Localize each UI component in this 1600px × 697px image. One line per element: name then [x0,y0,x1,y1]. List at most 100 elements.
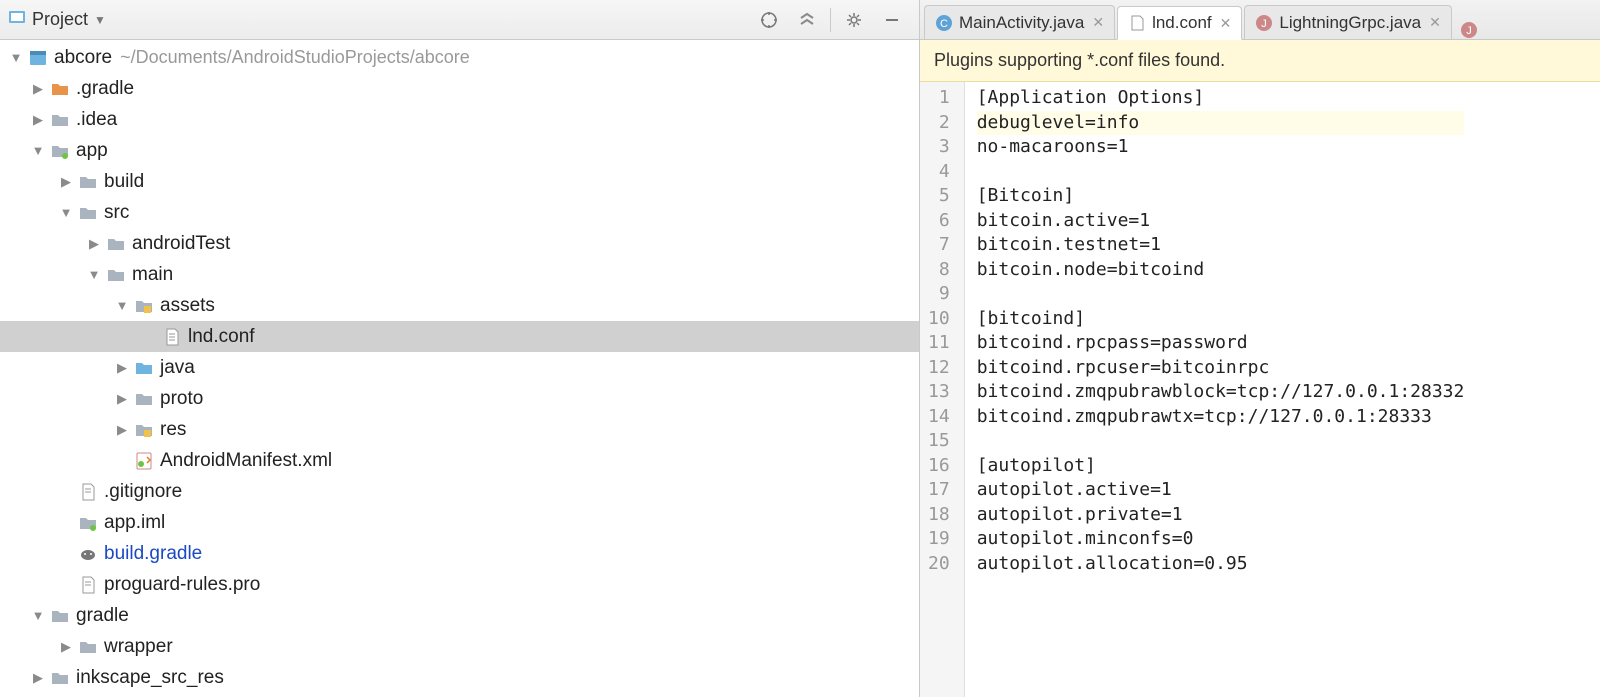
tree-item-gradle[interactable]: gradle [0,600,919,631]
tree-label: gradle [76,605,129,627]
line-number: 3 [928,135,950,160]
folder-icon [48,668,72,688]
expand-icon[interactable] [6,50,26,65]
code-line[interactable] [977,160,1465,185]
tree-item-manifest[interactable]: AndroidManifest.xml [0,445,919,476]
tree-item-idea[interactable]: .idea [0,104,919,135]
line-number: 18 [928,503,950,528]
hide-button[interactable] [877,5,907,35]
tree-label: .gitignore [104,481,182,503]
close-icon[interactable]: ✕ [1092,14,1104,31]
code-line[interactable]: autopilot.minconfs=0 [977,527,1465,552]
code-line[interactable]: [autopilot] [977,454,1465,479]
code-line[interactable]: bitcoin.testnet=1 [977,233,1465,258]
tab-label: LightningGrpc.java [1279,13,1421,33]
tree-item-app[interactable]: app [0,135,919,166]
line-number: 6 [928,209,950,234]
code-editor[interactable]: 1234567891011121314151617181920 [Applica… [920,82,1600,697]
expand-icon[interactable] [28,143,48,158]
tree-item-build-gradle[interactable]: build.gradle [0,538,919,569]
collapse-all-button[interactable] [792,5,822,35]
expand-icon[interactable] [84,236,104,252]
tree-label: proguard-rules.pro [104,574,260,596]
code-line[interactable]: no-macaroons=1 [977,135,1465,160]
line-number: 14 [928,405,950,430]
module-file-icon [76,513,100,533]
tree-item-main[interactable]: main [0,259,919,290]
tree-item-src[interactable]: src [0,197,919,228]
line-number: 5 [928,184,950,209]
tree-item-gitignore[interactable]: .gitignore [0,476,919,507]
tree-item-lnd-conf[interactable]: lnd.conf [0,321,919,352]
expand-icon[interactable] [56,174,76,190]
code-line[interactable]: bitcoin.active=1 [977,209,1465,234]
tree-item-proguard[interactable]: proguard-rules.pro [0,569,919,600]
expand-icon[interactable] [28,112,48,128]
expand-icon[interactable] [56,639,76,655]
tab-mainactivity[interactable]: C MainActivity.java ✕ [924,5,1115,39]
project-tool-window: Project ▼ abcore ~/Documents/AndroidStud… [0,0,920,697]
tree-label: src [104,202,129,224]
close-icon[interactable]: ✕ [1429,14,1441,31]
tree-item-wrapper[interactable]: wrapper [0,631,919,662]
code-line[interactable]: bitcoind.rpcuser=bitcoinrpc [977,356,1465,381]
tree-item-inkscape[interactable]: inkscape_src_res [0,662,919,693]
code-line[interactable]: bitcoind.zmqpubrawtx=tcp://127.0.0.1:283… [977,405,1465,430]
project-dropdown-icon[interactable]: ▼ [94,13,106,27]
tree-item-androidtest[interactable]: androidTest [0,228,919,259]
module-icon [26,48,50,68]
line-number: 19 [928,527,950,552]
settings-button[interactable] [839,5,869,35]
code-line[interactable]: bitcoind.rpcpass=password [977,331,1465,356]
expand-icon[interactable] [28,608,48,623]
tree-item-java[interactable]: java [0,352,919,383]
line-number: 1 [928,86,950,111]
code-line[interactable]: autopilot.active=1 [977,478,1465,503]
tree-item-app-iml[interactable]: app.iml [0,507,919,538]
expand-icon[interactable] [28,670,48,686]
code-line[interactable] [977,282,1465,307]
folder-icon [48,79,72,99]
tree-label: build.gradle [104,543,202,565]
tree-label: .idea [76,109,117,131]
code-line[interactable]: bitcoin.node=bitcoind [977,258,1465,283]
project-tree[interactable]: abcore ~/Documents/AndroidStudioProjects… [0,40,919,697]
code-line[interactable]: bitcoind.zmqpubrawblock=tcp://127.0.0.1:… [977,380,1465,405]
expand-icon[interactable] [84,267,104,282]
close-icon[interactable]: ✕ [1220,15,1232,32]
tree-item-assets[interactable]: assets [0,290,919,321]
tree-label: assets [160,295,215,317]
tree-label: lnd.conf [188,326,255,348]
tree-label: AndroidManifest.xml [160,450,332,472]
tree-item-build[interactable]: build [0,166,919,197]
project-title[interactable]: Project [32,9,88,30]
expand-icon[interactable] [112,298,132,313]
code-line[interactable]: debuglevel=info [977,111,1465,136]
res-folder-icon [132,420,156,440]
tree-item-res[interactable]: res [0,414,919,445]
line-number: 2 [928,111,950,136]
expand-icon[interactable] [56,205,76,220]
plugin-banner[interactable]: Plugins supporting *.conf files found. [920,40,1600,82]
code-line[interactable]: autopilot.private=1 [977,503,1465,528]
tab-lnd-conf[interactable]: lnd.conf ✕ [1117,6,1242,40]
line-number: 8 [928,258,950,283]
tree-item-proto[interactable]: proto [0,383,919,414]
expand-icon[interactable] [28,81,48,97]
more-tabs-icon[interactable]: J [1454,21,1484,39]
code-content[interactable]: [Application Options]debuglevel=infono-m… [965,82,1477,697]
tree-item-gradle-dot[interactable]: .gradle [0,73,919,104]
tab-lightninggrpc[interactable]: J LightningGrpc.java ✕ [1244,5,1452,39]
locate-button[interactable] [754,5,784,35]
code-line[interactable]: [bitcoind] [977,307,1465,332]
code-line[interactable]: autopilot.allocation=0.95 [977,552,1465,577]
expand-icon[interactable] [112,360,132,376]
expand-icon[interactable] [112,391,132,407]
tree-label: androidTest [132,233,230,255]
tree-root[interactable]: abcore ~/Documents/AndroidStudioProjects… [0,42,919,73]
line-gutter: 1234567891011121314151617181920 [920,82,965,697]
expand-icon[interactable] [112,422,132,438]
code-line[interactable] [977,429,1465,454]
code-line[interactable]: [Bitcoin] [977,184,1465,209]
code-line[interactable]: [Application Options] [977,86,1465,111]
